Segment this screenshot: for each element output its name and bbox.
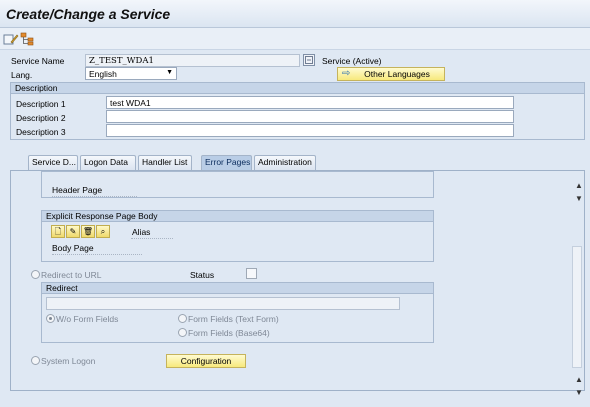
status-label: Status bbox=[190, 270, 215, 280]
alias-underline bbox=[131, 238, 173, 239]
header-page-underline bbox=[52, 196, 137, 197]
other-languages-label: Other Languages bbox=[364, 69, 430, 79]
wo-form-fields-radio[interactable] bbox=[46, 314, 55, 323]
redirect-to-url-radio[interactable] bbox=[31, 270, 40, 279]
hierarchy-icon[interactable] bbox=[19, 32, 35, 46]
scroll-down-top-icon[interactable]: ▼ bbox=[573, 193, 585, 205]
configuration-button[interactable]: Configuration bbox=[166, 354, 246, 368]
window-title: Create/Change a Service bbox=[6, 6, 171, 22]
description-2-label: Description 2 bbox=[16, 113, 66, 123]
status-checkbox[interactable] bbox=[246, 268, 257, 279]
wo-form-fields-label: W/o Form Fields bbox=[56, 314, 119, 324]
service-status-label: Service (Active) bbox=[322, 56, 382, 66]
alias-label: Alias bbox=[132, 227, 151, 237]
tab-service-data[interactable]: Service D... bbox=[28, 155, 78, 170]
binoculars-icon[interactable]: ⌕ bbox=[96, 225, 110, 238]
application-toolbar bbox=[0, 28, 590, 50]
service-details-icon[interactable] bbox=[303, 54, 315, 66]
redirect-to-url-label: Redirect to URL bbox=[41, 270, 102, 280]
document-new-icon[interactable]: 🗋 bbox=[51, 225, 65, 238]
scroll-up-bottom-icon[interactable]: ▲ bbox=[573, 374, 585, 386]
body-page-label: Body Page bbox=[52, 243, 94, 253]
tab-logon-data[interactable]: Logon Data bbox=[80, 155, 136, 170]
scroll-up-top-icon[interactable]: ▲ bbox=[573, 180, 585, 192]
language-label: Lang. bbox=[11, 70, 33, 80]
scroll-down-bottom-icon[interactable]: ▼ bbox=[573, 387, 585, 399]
arrow-right-icon: ⇨ bbox=[342, 68, 351, 79]
description-3-label: Description 3 bbox=[16, 127, 66, 137]
display-change-icon[interactable] bbox=[3, 32, 19, 46]
tab-error-pages[interactable]: Error Pages bbox=[201, 155, 252, 170]
body-page-underline bbox=[52, 254, 142, 255]
explicit-body-group-title: Explicit Response Page Body bbox=[41, 210, 434, 222]
edit-icon[interactable]: ✎ bbox=[66, 225, 80, 238]
error-pages-panel: Header Page Explicit Response Page Body … bbox=[10, 170, 585, 391]
service-name-label: Service Name bbox=[11, 56, 65, 66]
form-fields-text-label: Form Fields (Text Form) bbox=[188, 314, 279, 324]
redirect-url-input[interactable] bbox=[46, 297, 400, 310]
form-fields-base64-radio[interactable] bbox=[178, 328, 187, 337]
delete-icon[interactable]: 🗑 bbox=[81, 225, 95, 238]
description-group-title: Description bbox=[10, 82, 585, 94]
description-1-input[interactable]: test WDA1 bbox=[106, 96, 514, 109]
chevron-down-icon: ▼ bbox=[166, 69, 173, 76]
description-3-input[interactable] bbox=[106, 124, 514, 137]
description-1-label: Description 1 bbox=[16, 99, 66, 109]
language-select[interactable]: English ▼ bbox=[85, 67, 177, 80]
form-fields-text-radio[interactable] bbox=[178, 314, 187, 323]
system-logon-label: System Logon bbox=[41, 356, 96, 366]
tab-handler-list[interactable]: Handler List bbox=[138, 155, 192, 170]
form-fields-base64-label: Form Fields (Base64) bbox=[188, 328, 270, 338]
title-bar: Create/Change a Service bbox=[0, 0, 590, 28]
vertical-scrollbar[interactable] bbox=[572, 246, 582, 368]
language-value: English bbox=[89, 69, 117, 79]
system-logon-radio[interactable] bbox=[31, 356, 40, 365]
redirect-group-title: Redirect bbox=[41, 282, 434, 294]
tab-administration[interactable]: Administration bbox=[254, 155, 316, 170]
service-name-field[interactable]: Z_TEST_WDA1 bbox=[85, 54, 300, 67]
header-page-label: Header Page bbox=[52, 185, 103, 195]
description-2-input[interactable] bbox=[106, 110, 514, 123]
other-languages-button[interactable]: ⇨ Other Languages bbox=[337, 67, 445, 81]
